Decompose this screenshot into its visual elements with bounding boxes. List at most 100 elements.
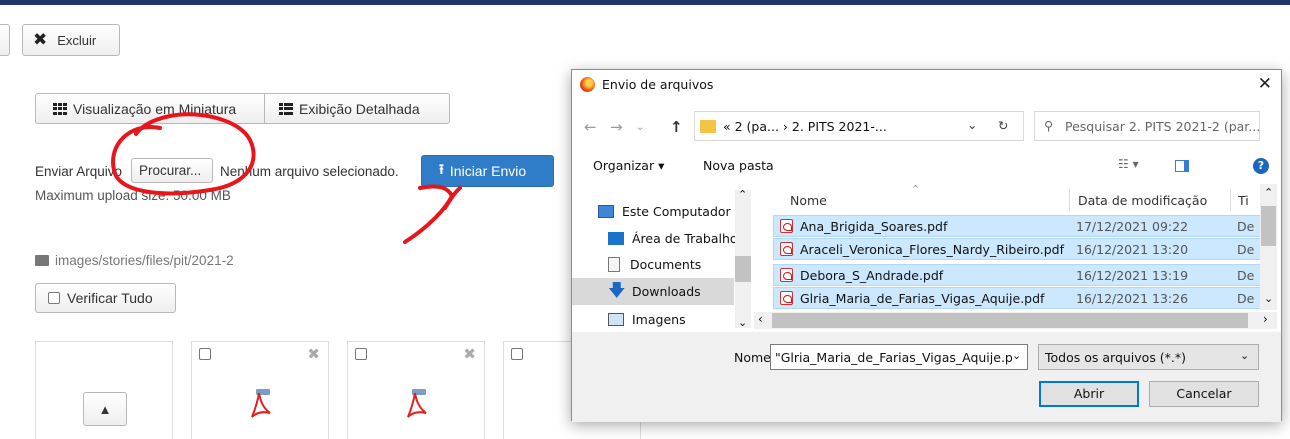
back-arrow-icon[interactable]: ← xyxy=(584,118,597,136)
recent-dropdown-icon[interactable]: ⌄ xyxy=(636,122,644,133)
file-checkbox[interactable] xyxy=(355,348,367,360)
close-icon[interactable]: ✕ xyxy=(1258,74,1272,94)
nav-item-downloads[interactable]: 🡇 Downloads xyxy=(572,278,734,305)
check-all-label: Verificar Tudo xyxy=(67,290,153,306)
file-row[interactable]: Araceli_Veronica_Flores_Nardy_Ribeiro.pd… xyxy=(773,238,1261,260)
file-type: De xyxy=(1237,242,1255,257)
list-icon xyxy=(279,102,293,115)
new-folder-button[interactable]: Nova pasta xyxy=(703,158,774,173)
scroll-up-arrow-icon[interactable]: ⌃ xyxy=(738,188,747,201)
nav-item-computer[interactable]: Este Computador xyxy=(598,198,731,224)
detail-view-label: Exibição Detalhada xyxy=(299,100,420,117)
thumbnail-view-button[interactable]: Visualização em Miniatura xyxy=(35,93,265,124)
navigation-pane: Este Computador Área de Trabalho Documen… xyxy=(572,184,754,329)
top-bar xyxy=(0,0,1290,5)
file-row[interactable]: Debora_S_Andrade.pdf 16/12/2021 13:19 De xyxy=(773,264,1261,286)
help-icon[interactable]: ? xyxy=(1253,158,1269,174)
nav-item-documents[interactable]: Documents xyxy=(608,251,701,277)
file-thumb[interactable]: ✖ xyxy=(191,341,329,439)
scroll-left-arrow-icon[interactable]: ‹ xyxy=(758,312,763,326)
delete-file-icon[interactable]: ✖ xyxy=(307,345,320,363)
file-row[interactable]: Ana_Brigida_Soares.pdf 17/12/2021 09:22 … xyxy=(773,215,1261,237)
nav-item-label: Imagens xyxy=(632,311,686,327)
delete-button[interactable]: ✖ Excluir xyxy=(22,24,120,56)
scroll-thumb[interactable] xyxy=(1261,206,1276,246)
file-date: 16/12/2021 13:26 xyxy=(1076,291,1189,306)
nav-item-label: Documents xyxy=(630,256,702,272)
column-name[interactable]: Nome xyxy=(790,193,827,217)
dialog-titlebar[interactable]: Envio de arquivos ✕ xyxy=(572,70,1281,100)
address-bar[interactable]: « 2 (pa... › 2. PITS 2021-... ⌄ ↻ xyxy=(694,111,1024,141)
file-name: Glria_Maria_de_Farias_Vigas_Aquije.pdf xyxy=(800,291,1045,306)
file-upload-dialog[interactable]: Envio de arquivos ✕ ← → ⌄ ↑ « 2 (pa... ›… xyxy=(571,69,1282,422)
chevron-down-icon[interactable]: ⌄ xyxy=(967,117,977,132)
chevron-down-icon[interactable]: ⌄ xyxy=(1240,349,1249,362)
file-checkbox[interactable] xyxy=(511,348,523,360)
refresh-icon[interactable]: ↻ xyxy=(998,118,1008,133)
file-list-hscrollbar[interactable]: ‹ › xyxy=(754,312,1277,329)
column-type[interactable]: Ti xyxy=(1238,193,1249,217)
nav-item-label: Este Computador xyxy=(622,203,731,219)
folder-icon xyxy=(35,255,49,266)
scroll-down-arrow-icon[interactable]: ⌄ xyxy=(738,316,747,329)
scroll-down-arrow-icon[interactable]: ⌄ xyxy=(1264,292,1273,305)
scroll-thumb[interactable] xyxy=(772,313,1248,328)
file-type-select[interactable]: Todos os arquivos (*.*) ⌄ xyxy=(1038,344,1259,370)
nav-item-images[interactable]: Imagens xyxy=(608,306,686,332)
upload-icon: ⭱ xyxy=(439,161,444,177)
documents-icon xyxy=(608,256,620,272)
file-type-value: Todos os arquivos (*.*) xyxy=(1045,350,1187,365)
scroll-up-arrow-icon[interactable]: ⌃ xyxy=(1264,186,1273,199)
pdf-file-icon xyxy=(780,219,793,233)
file-row[interactable]: Glria_Maria_de_Farias_Vigas_Aquije.pdf 1… xyxy=(773,287,1261,309)
folder-icon xyxy=(700,120,716,133)
check-all-checkbox[interactable] xyxy=(48,292,60,304)
browse-button[interactable]: Procurar... xyxy=(131,158,213,183)
open-label: Abrir xyxy=(1073,386,1105,401)
open-button[interactable]: Abrir xyxy=(1039,381,1139,407)
up-button[interactable]: ▲ xyxy=(83,392,127,426)
detail-view-button[interactable]: Exibição Detalhada xyxy=(265,93,450,124)
images-icon xyxy=(608,312,624,326)
check-all-button[interactable]: Verificar Tudo xyxy=(35,283,176,313)
scroll-right-arrow-icon[interactable]: › xyxy=(1263,312,1268,326)
chevron-down-icon[interactable]: ⌄ xyxy=(1012,349,1022,362)
search-input[interactable]: ⚲ Pesquisar 2. PITS 2021-2 (par... xyxy=(1034,111,1260,141)
file-date: 16/12/2021 13:19 xyxy=(1076,268,1189,283)
send-file-label: Enviar Arquivo xyxy=(35,164,123,179)
pdf-file-icon xyxy=(780,268,793,282)
cancel-button[interactable]: Cancelar xyxy=(1149,381,1259,407)
computer-icon xyxy=(598,204,614,218)
file-name: Araceli_Veronica_Flores_Nardy_Ribeiro.pd… xyxy=(800,242,1065,257)
pdf-icon xyxy=(407,389,427,418)
breadcrumb: images/stories/files/pit/2021-2 xyxy=(35,253,234,268)
downloads-icon: 🡇 xyxy=(608,281,626,301)
delete-file-icon[interactable]: ✖ xyxy=(463,345,476,363)
forward-arrow-icon[interactable]: → xyxy=(610,118,623,136)
file-thumb[interactable]: ✖ xyxy=(347,341,485,439)
column-date[interactable]: Data de modificação xyxy=(1078,193,1207,217)
nav-item-desktop[interactable]: Área de Trabalho xyxy=(608,225,738,251)
nav-scrollbar[interactable]: ⌃ ⌄ xyxy=(735,188,751,329)
up-arrow-icon[interactable]: ↑ xyxy=(670,118,683,136)
nav-item-label: Área de Trabalho xyxy=(632,230,738,246)
file-date: 16/12/2021 13:20 xyxy=(1076,242,1189,257)
dialog-title: Envio de arquivos xyxy=(602,77,714,92)
filename-value: "Glria_Maria_de_Farias_Vigas_Aquije.p xyxy=(775,350,1013,365)
file-checkbox[interactable] xyxy=(199,348,211,360)
browse-label: Procurar... xyxy=(139,163,202,178)
organize-menu[interactable]: Organizar ▾ xyxy=(593,158,664,173)
pdf-icon xyxy=(251,389,271,418)
delete-label: Excluir xyxy=(57,32,97,48)
chevron-up-icon: ▲ xyxy=(98,401,112,417)
file-date: 17/12/2021 09:22 xyxy=(1076,219,1189,234)
preview-pane-icon[interactable] xyxy=(1175,160,1189,172)
filename-input[interactable]: "Glria_Maria_de_Farias_Vigas_Aquije.p ⌄ xyxy=(770,344,1028,370)
folder-up-thumb[interactable]: ▲ xyxy=(35,341,173,439)
scroll-thumb[interactable] xyxy=(735,256,751,282)
start-upload-button[interactable]: ⭱ Iniciar Envio xyxy=(421,155,554,187)
partial-button[interactable] xyxy=(0,24,10,56)
file-list-vscrollbar[interactable]: ⌃ ⌄ xyxy=(1260,184,1277,310)
view-options-icon[interactable]: ☷ ▾ xyxy=(1118,157,1139,171)
path-label: images/stories/files/pit/2021-2 xyxy=(55,253,234,268)
